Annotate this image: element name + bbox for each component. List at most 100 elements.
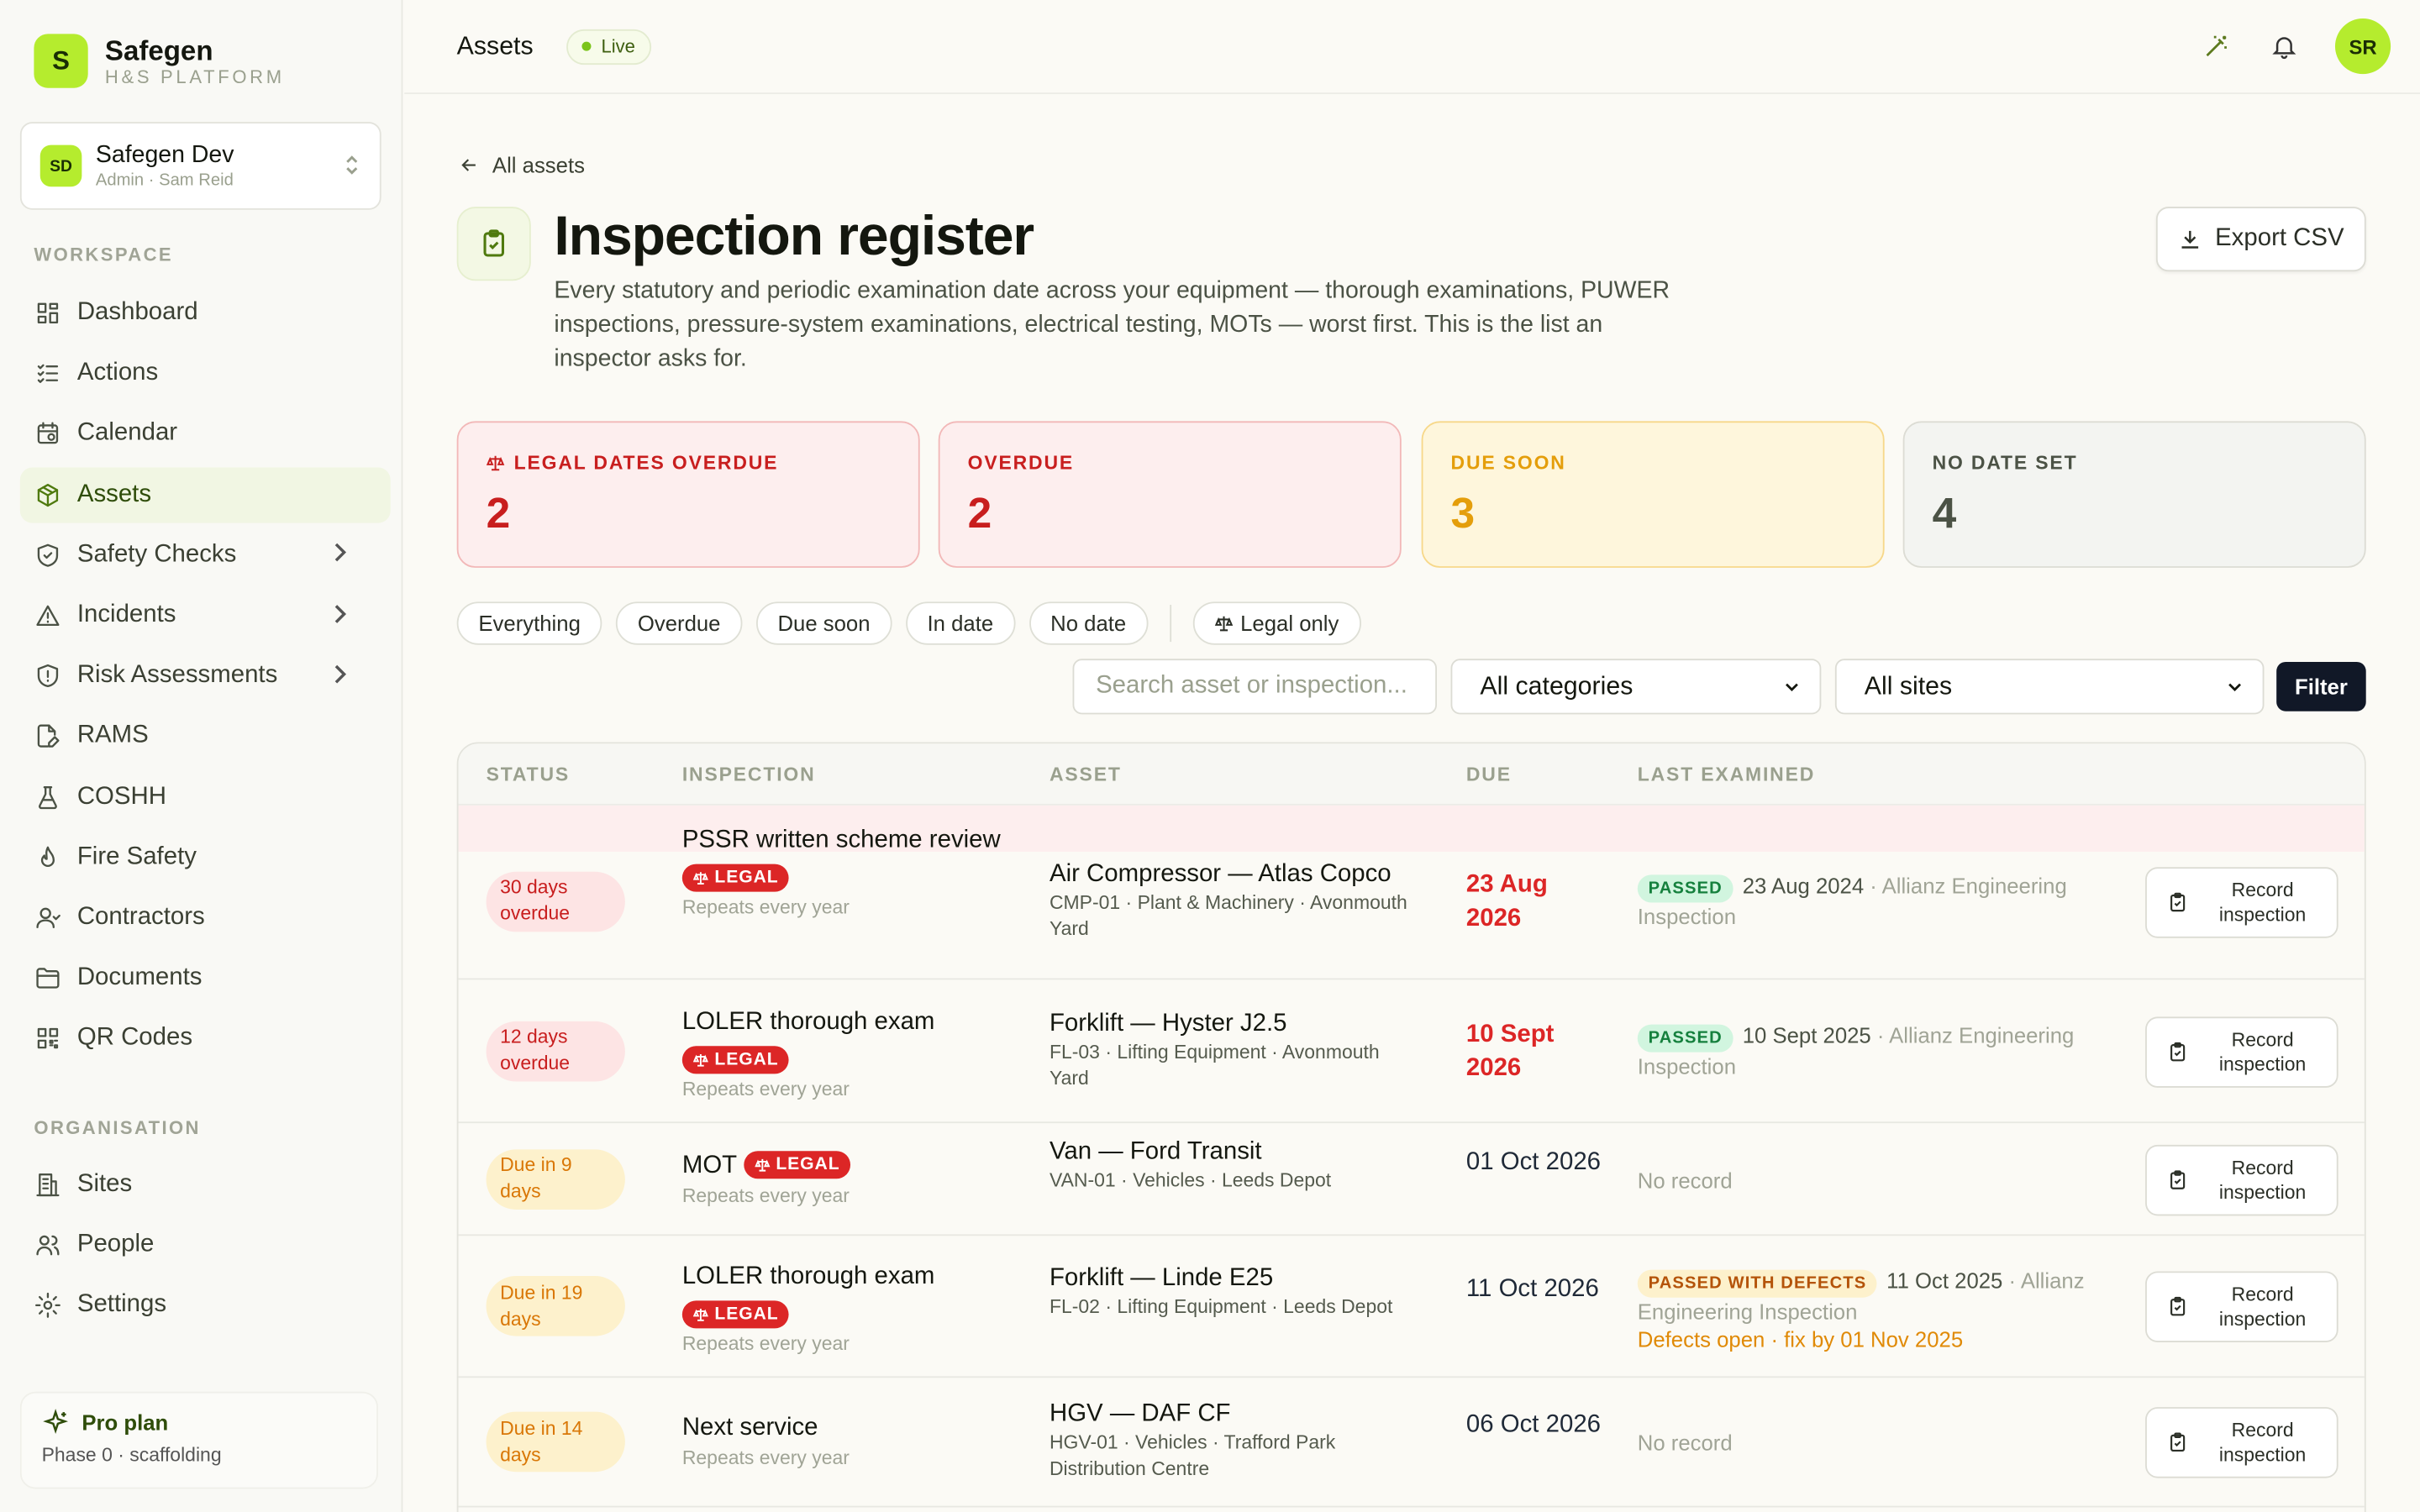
stat-card-due-soon[interactable]: DUE SOON 3 [1421,421,1885,568]
chevron-right-icon [326,660,369,693]
asset-name[interactable]: Forklift — Linde E25 [1050,1263,1420,1294]
user-icon [36,907,60,929]
nav-people[interactable]: People [20,1218,391,1273]
stat-label: OVERDUE [967,452,1075,474]
nav-coshh[interactable]: COSHH [20,769,391,825]
nav-settings[interactable]: Settings [20,1278,391,1334]
back-link[interactable]: All assets [459,153,585,177]
qr-icon [37,1028,59,1050]
table-row[interactable]: Due in 19 days LOLER thorough exam LEGAL Re… [458,1236,2365,1378]
table-row[interactable]: 30 days overdue PSSR written scheme revie… [458,805,2365,980]
record-inspection-button[interactable]: Record inspection [2145,1271,2338,1342]
arrow-left-icon [461,159,476,171]
due-date: 23 Aug 2026 [1465,870,1548,932]
plan-card[interactable]: Pro plan Phase 0 · scaffolding [19,1391,378,1489]
magic-wand-icon[interactable] [2199,29,2233,63]
calendar-icon [37,423,59,445]
stat-card-overdue[interactable]: OVERDUE 2 [938,421,1402,568]
filter-button[interactable]: Filter [2276,661,2366,711]
due-date: 01 Oct 2026 [1465,1148,1602,1175]
category-select[interactable]: All categories [1450,659,1822,715]
nav-fire-safety[interactable]: Fire Safety [20,830,391,885]
asset-name[interactable]: HGV — DAF CF [1050,1399,1420,1431]
clipboard-icon [2170,1041,2186,1061]
record-inspection-button[interactable]: Record inspection [2145,866,2338,937]
scale-icon [486,455,505,471]
scale-icon [692,1309,708,1321]
nav-label: Sites [76,1171,133,1198]
asset-meta: VAN-01 · Vehicles · Leeds Depot [1049,1168,1332,1191]
repeat-text: Repeats every year [681,1333,850,1356]
record-inspection-button[interactable]: Record inspection [2145,1143,2338,1215]
stat-label: LEGAL DATES OVERDUE [513,452,779,474]
last-date: 11 Oct 2025 [1886,1268,2003,1294]
chip-everything[interactable]: Everything [456,601,602,645]
dashboard-icon [37,302,59,324]
user-avatar[interactable]: SR [2334,18,2391,75]
table-row[interactable]: Due in 14 days Next service Repeats every … [458,1378,2365,1508]
table-row[interactable]: Due in 9 days MOT LEGAL Repeats every year… [458,1123,2365,1236]
export-csv-button[interactable]: Export CSV [2155,207,2366,272]
site-select[interactable]: All sites [1834,659,2265,715]
nav-label: Dashboard [76,299,198,326]
legal-badge: LEGAL [681,1045,790,1074]
nav-sites[interactable]: Sites [20,1158,391,1213]
nav-risk-assessments[interactable]: Risk Assessments [20,648,391,704]
record-inspection-button[interactable]: Record inspection [2145,1407,2338,1478]
file-edit-icon [37,725,60,748]
table-header: STATUS INSPECTION ASSET DUE LAST EXAMINE… [458,743,2365,806]
nav-assets[interactable]: Assets [19,466,391,522]
col-status: STATUS [486,764,571,785]
nav-incidents[interactable]: Incidents [20,588,391,643]
nav-documents[interactable]: Documents [20,951,391,1006]
record-inspection-button[interactable]: Record inspection [2145,1016,2338,1087]
org-switcher[interactable]: SD Safegen Dev Admin · Sam Reid [19,122,381,210]
col-asset: ASSET [1049,764,1122,785]
nav-contractors[interactable]: Contractors [20,890,391,946]
table-row[interactable]: 12 days overdue LOLER thorough exam LEGAL R… [458,979,2365,1124]
brand-name: Safegen [104,34,213,66]
nav-calendar[interactable]: Calendar [20,407,391,462]
inspection-name: LOLER thorough exam [681,1008,935,1035]
status-pill: 12 days overdue [486,1020,625,1081]
sparkle-icon [43,1409,69,1435]
clipboard-icon [2170,1432,2186,1452]
category-value: All categories [1480,671,1634,700]
chip-no-date[interactable]: No date [1028,601,1148,645]
asset-meta: FL-02 · Lifting Equipment · Leeds Depot [1049,1295,1393,1318]
chevron-updown-icon [343,153,361,179]
search-input[interactable] [1072,659,1437,715]
asset-name[interactable]: Air Compressor — Atlas Copco [1050,858,1420,890]
gear-icon [34,1293,60,1319]
nav-safety-checks[interactable]: Safety Checks [20,528,391,583]
due-date: 06 Oct 2026 [1465,1411,1602,1438]
nav-dashboard[interactable]: Dashboard [20,286,391,341]
nav-rams[interactable]: RAMS [20,709,391,764]
chip-in-date[interactable]: In date [905,601,1015,645]
legal-badge: LEGAL [681,1300,790,1329]
nav-actions[interactable]: Actions [20,346,391,402]
chip-due-soon[interactable]: Due soon [755,601,892,645]
chip-legal-only[interactable]: Legal only [1192,601,1361,645]
defects-text: Defects open · fix by 01 Nov 2025 [1637,1326,1964,1352]
asset-name[interactable]: Forklift — Hyster J2.5 [1050,1008,1420,1039]
scale-icon [1214,616,1233,632]
flame-icon [40,846,55,867]
topbar-title: Assets [456,31,534,60]
legal-badge: LEGAL [743,1151,851,1179]
shield-check-icon [37,543,59,567]
asset-name[interactable]: Van — Ford Transit [1050,1137,1420,1168]
stat-card-legal-dates-overdue[interactable]: LEGAL DATES OVERDUE 2 [456,421,920,568]
scale-icon [754,1159,770,1173]
brand[interactable]: S Safegen H&S PLATFORM [34,34,284,88]
nav-label: Assets [76,480,152,507]
bell-icon[interactable] [2267,29,2301,63]
nav-qr-codes[interactable]: QR Codes [20,1011,391,1067]
record-label: Record inspection [2218,1284,2307,1331]
stat-card-no-date-set[interactable]: NO DATE SET 4 [1902,421,2366,568]
chip-overdue[interactable]: Overdue [616,601,743,645]
chevron-right-icon [326,539,369,572]
live-dot [581,41,591,51]
clipboard-check-icon [456,207,531,281]
page-title: Inspection register [554,203,1034,267]
